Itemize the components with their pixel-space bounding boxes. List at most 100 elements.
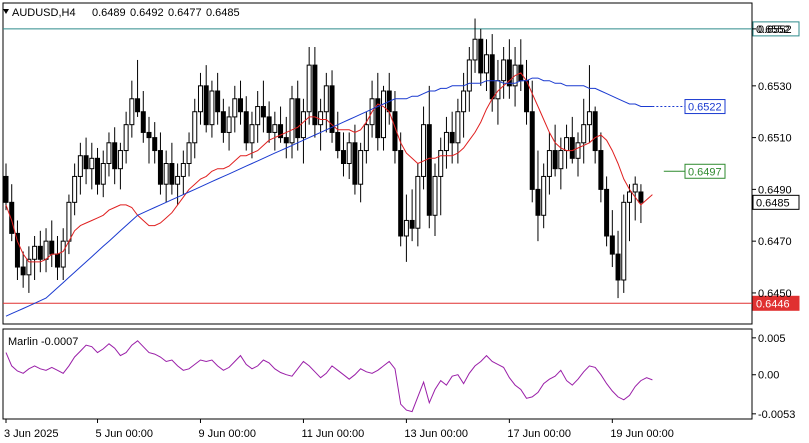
candle (535, 150, 541, 242)
candle (197, 72, 203, 125)
marlin-oscillator: Marlin -0.0007 0.005 0.00 -0.0053 (2, 328, 795, 421)
bear-candle-body (220, 111, 226, 133)
candle (558, 137, 564, 190)
candle (489, 34, 495, 112)
bear-candle-body (14, 232, 20, 268)
candle (49, 220, 55, 268)
candle (518, 39, 524, 92)
candle (9, 184, 15, 242)
symbol-timeframe: AUDUSD,H4 (12, 7, 76, 19)
bear-candle-body (203, 85, 209, 126)
candle (238, 80, 244, 125)
candle (592, 106, 598, 164)
bull-candle-body (461, 90, 467, 113)
bull-candle-body (421, 124, 427, 177)
bear-candle-body (238, 98, 244, 113)
bull-candle-body (403, 219, 409, 237)
bull-candle-body (272, 124, 278, 133)
candle (438, 137, 444, 216)
bear-candle-body (169, 163, 175, 185)
candle (123, 111, 129, 164)
price-tick-label: 0.6490 (758, 184, 792, 196)
bull-candle-body (432, 175, 438, 216)
candle (529, 80, 535, 203)
moving-averages (5, 72, 685, 317)
candle (32, 235, 38, 280)
oscillator-label: Marlin -0.0007 (8, 336, 78, 348)
candle (426, 85, 432, 229)
candlestick-chart[interactable]: 0.65520.65220.64970.64850.6446 0.65520.6… (0, 0, 809, 443)
candle (472, 18, 478, 73)
bull-candle-body (415, 175, 421, 229)
bull-candle-body (163, 163, 169, 185)
candles (3, 18, 644, 299)
bear-candle-body (157, 150, 163, 185)
bull-candle-body (306, 64, 312, 113)
ohlc-high: 0.6492 (130, 7, 164, 19)
candle (89, 142, 95, 190)
candle (403, 194, 409, 262)
bull-candle-body (575, 142, 581, 159)
time-tick-label: 11 Jun 00:00 (301, 428, 364, 440)
candle (381, 85, 387, 151)
bull-candle-body (77, 155, 83, 177)
candle (232, 85, 238, 133)
candle (626, 184, 632, 242)
bear-candle-body (569, 137, 575, 159)
chart-menu-icon[interactable] (3, 9, 9, 14)
time-tick-label: 19 Jun 00:00 (610, 428, 674, 440)
candle (323, 72, 329, 133)
candle (546, 132, 552, 195)
bear-candle-body (283, 137, 289, 144)
bull-candle-body (89, 157, 95, 170)
candle (157, 132, 163, 195)
bear-candle-body (20, 266, 26, 276)
ohlc-open: 0.6489 (92, 7, 126, 19)
bull-candle-body (586, 111, 592, 126)
bull-candle-body (300, 111, 306, 139)
time-tick-label: 5 Jun 00:00 (96, 428, 153, 440)
candle (581, 98, 587, 164)
candle (60, 228, 66, 280)
oscillator-border (2, 328, 753, 420)
price-tick-label: 0.6470 (758, 236, 792, 248)
candle (43, 228, 49, 273)
candle (255, 91, 261, 143)
bear-candle-body (215, 90, 221, 113)
candle (421, 106, 427, 190)
candle (483, 39, 489, 92)
candle (415, 163, 421, 247)
candle (77, 142, 83, 195)
candle (243, 96, 249, 151)
bull-candle-body (346, 142, 352, 165)
candle (375, 72, 381, 151)
candle (346, 132, 352, 180)
bull-candle-body (381, 90, 387, 139)
candle (621, 194, 627, 293)
candle (266, 101, 272, 143)
candle (66, 194, 72, 255)
candle (283, 116, 289, 159)
ohlc-low: 0.6477 (168, 7, 202, 19)
candle (604, 176, 610, 247)
candle (398, 132, 404, 247)
time-tick-label: 9 Jun 00:00 (198, 428, 256, 440)
time-tick-label: 3 Jun 2025 (4, 428, 58, 440)
bull-candle-body (546, 150, 552, 177)
bull-candle-body (626, 191, 632, 203)
candle (152, 122, 158, 164)
candle (135, 59, 141, 117)
candle (37, 230, 43, 273)
candle (26, 246, 32, 293)
bear-candle-body (552, 150, 558, 170)
bear-candle-body (266, 116, 272, 133)
candle (117, 142, 123, 190)
candle (409, 189, 415, 242)
candle (443, 116, 449, 169)
bull-candle-body (123, 124, 129, 152)
bear-candle-body (152, 137, 158, 152)
price-label-text: 0.6485 (756, 197, 790, 209)
bear-candle-body (615, 253, 621, 281)
bull-candle-body (186, 142, 192, 165)
bull-candle-body (100, 163, 106, 185)
